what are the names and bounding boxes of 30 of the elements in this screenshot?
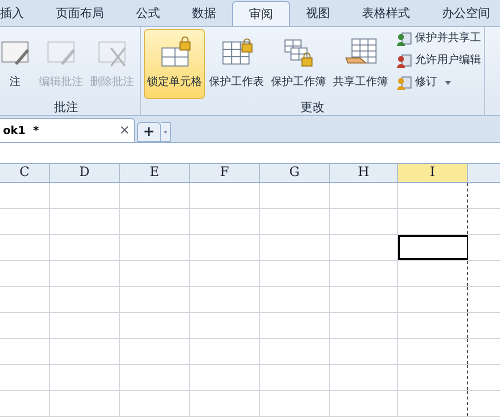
menu-tab[interactable]: 公式 [120, 0, 176, 26]
column-header[interactable]: G [260, 164, 330, 182]
column-header[interactable]: C [0, 164, 50, 182]
menu-tab[interactable]: 页面布局 [40, 0, 120, 26]
ribbon-button[interactable]: 保护工作簿 [268, 28, 329, 99]
people-icon [396, 30, 412, 47]
menu-tab[interactable]: 视图 [290, 0, 346, 26]
menu-tab[interactable]: 表格样式 [346, 0, 426, 26]
active-cell[interactable] [398, 235, 468, 260]
ribbon-small-button[interactable]: 允许用户编辑 [396, 50, 481, 71]
menu-tab[interactable]: 数据 [176, 0, 232, 26]
new-tab-button[interactable]: + [137, 122, 161, 142]
column-header[interactable]: F [190, 164, 260, 182]
menu-tab[interactable]: 审阅 [232, 0, 290, 26]
group-label: 更改 [300, 98, 326, 115]
ribbon-button[interactable]: 保护工作表 [206, 28, 267, 99]
ribbon-small-button[interactable]: 修订 [396, 72, 481, 93]
ribbon-button[interactable]: 注 [0, 28, 35, 99]
document-title: ok1 * [3, 122, 39, 138]
menu-tab[interactable]: 办公空间 [426, 0, 500, 26]
column-header[interactable]: E [120, 164, 190, 182]
column-header[interactable]: D [50, 164, 120, 182]
column-header[interactable]: I [398, 164, 468, 182]
group-label: 批注 [53, 98, 79, 115]
ribbon-small-button[interactable]: 保护并共享工 [396, 28, 481, 49]
ribbon-button[interactable]: 共享工作簿 [330, 28, 391, 99]
menu-tab[interactable]: 插入 [0, 0, 40, 26]
ribbon-button[interactable]: 锁定单元格 [144, 28, 205, 99]
document-tab[interactable]: ok1 * × [0, 118, 135, 142]
close-button[interactable]: × [119, 124, 130, 138]
